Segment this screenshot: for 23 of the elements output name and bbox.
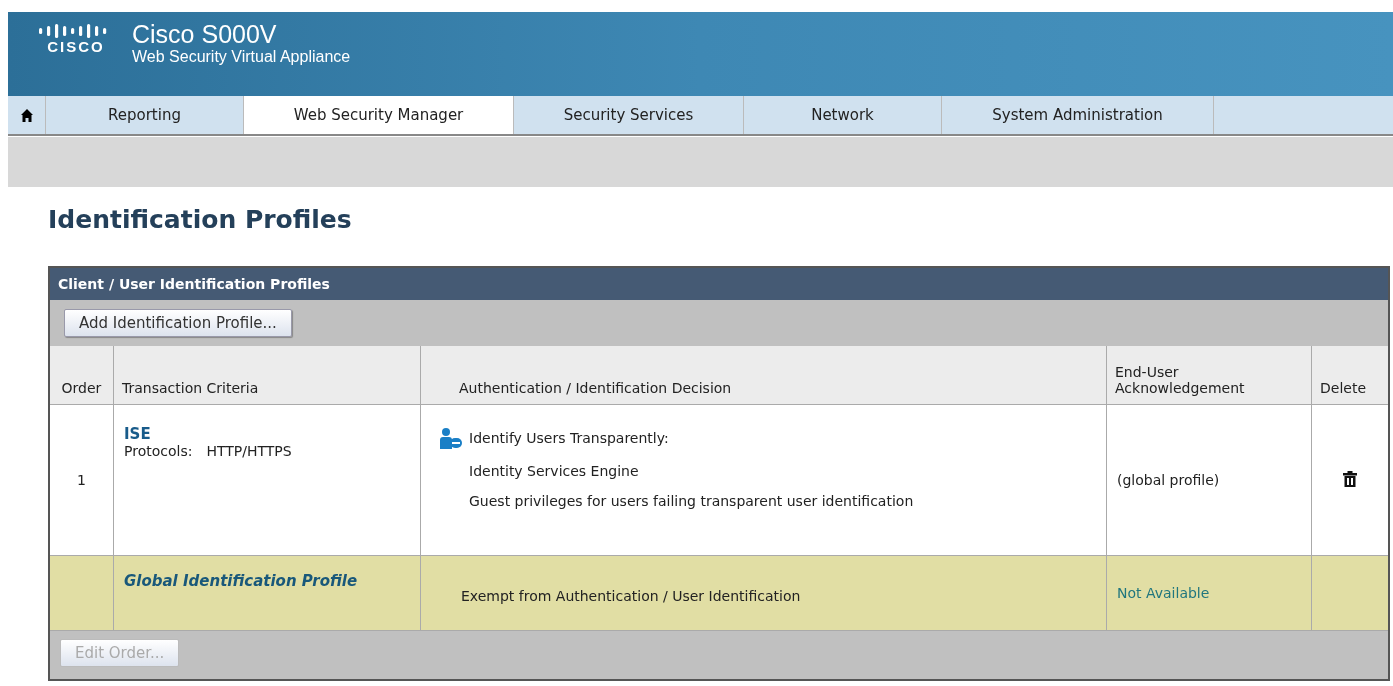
column-header: Authentication / Identification Decision <box>420 346 1107 405</box>
profile-link[interactable]: ISE <box>124 425 410 443</box>
product-subtitle: Web Security Virtual Appliance <box>132 48 351 66</box>
page-title: Identification Profiles <box>48 205 353 234</box>
acknowledgement-text: (global profile) <box>1117 472 1220 488</box>
add-profile-button[interactable]: Add Identification Profile... <box>64 309 292 337</box>
protocols-value: HTTP/HTTPS <box>206 443 292 459</box>
decision-text: Exempt from Authentication / User Identification <box>461 588 801 604</box>
nav-tab[interactable]: Web Security Manager <box>244 96 514 134</box>
panel-title: Client / User Identification Profiles <box>50 268 1388 300</box>
decision-text: Identify Users Transparently: <box>469 430 669 446</box>
acknowledgement-text: Not Available <box>1117 585 1210 601</box>
column-header: Order <box>50 346 114 405</box>
decision-text: Guest privileges for users failing transparent user identification <box>469 493 914 509</box>
column-header: End-User Acknowledgement <box>1106 346 1312 405</box>
column-header: Delete <box>1311 346 1388 405</box>
column-header: Transaction Criteria <box>113 346 421 405</box>
logo-text: CISCO <box>47 38 105 55</box>
decision-text: Identity Services Engine <box>469 463 639 479</box>
global-profile-link[interactable]: Global Identification Profile <box>124 572 358 590</box>
protocols-label: Protocols: <box>124 443 193 459</box>
order-number: 1 <box>77 472 86 488</box>
product-name: Cisco S000V <box>132 20 278 48</box>
